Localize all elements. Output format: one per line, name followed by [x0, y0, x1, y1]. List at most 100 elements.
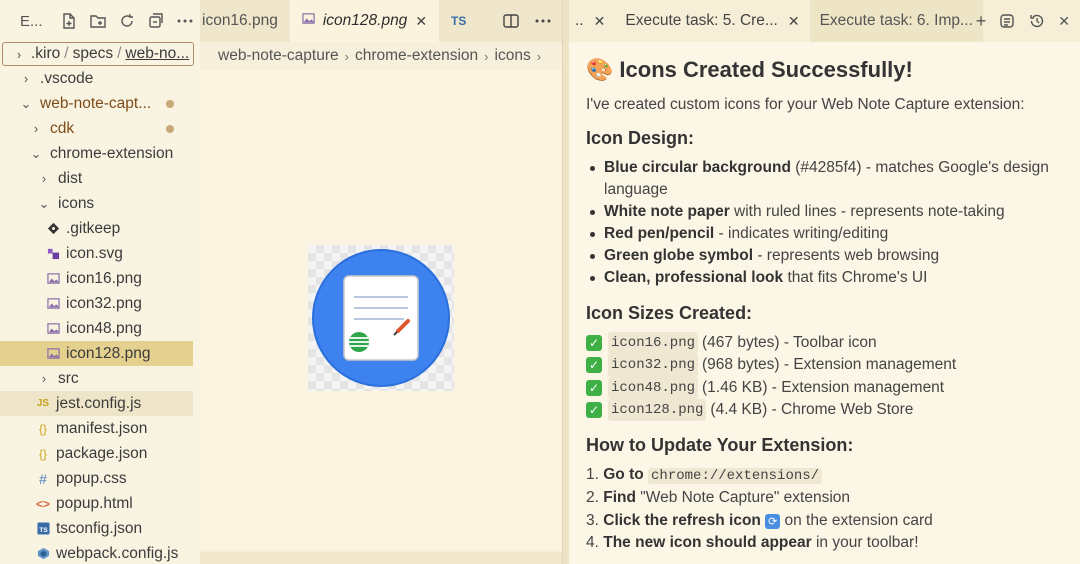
icon-preview [308, 245, 454, 391]
list-item: ✓ icon48.png (1.46 KB) - Extension manage… [586, 376, 1056, 399]
list-item: 4. The new icon should appear in your to… [586, 534, 919, 552]
tree-row-vscode[interactable]: › .vscode [0, 66, 200, 91]
tree-row-icon48[interactable]: icon48.png [0, 316, 200, 341]
sizes-list: ✓ icon16.png (467 bytes) - Toolbar icon ✓… [586, 332, 1056, 422]
tree-row-label: .gitkeep [66, 219, 121, 237]
tree-row-label: .vscode [40, 69, 94, 87]
close-tab-icon[interactable]: ✕ [788, 13, 800, 30]
section-heading: Icon Sizes Created: [586, 303, 753, 323]
explorer-toolbar: E... [0, 0, 200, 42]
plus-icon[interactable]: + [976, 11, 987, 32]
tree-row-jest-config[interactable]: JS jest.config.js [0, 391, 193, 416]
tab-label: icon128.png [322, 12, 408, 29]
image-file-icon [46, 272, 60, 286]
list-item: ✓ icon128.png (4.4 KB) - Chrome Web Store [586, 398, 1056, 422]
history-list-icon[interactable] [998, 12, 1016, 30]
image-file-icon [46, 297, 60, 311]
close-icon[interactable]: ✕ [1058, 13, 1070, 30]
design-list: Blue circular background (#4285f4) - mat… [586, 157, 1056, 289]
tree-row-label: popup.html [56, 494, 133, 512]
history-icon[interactable] [1028, 12, 1046, 30]
tree-row-cdk[interactable]: › cdk [0, 116, 200, 141]
crumb-separator: / [117, 45, 122, 62]
tree-row-package[interactable]: {} package.json [0, 441, 200, 466]
section-heading: Icon Design: [586, 128, 695, 148]
checkmark-icon: ✓ [586, 402, 602, 419]
tree-row-popup-html[interactable]: <> popup.html [0, 491, 200, 516]
chat-message: 🎨 Icons Created Successfully! I've creat… [586, 54, 1056, 554]
chevron-right-icon: › [23, 71, 29, 86]
tree-row-label: package.json [56, 444, 148, 462]
image-file-icon [302, 12, 315, 30]
html-file-icon: <> [36, 496, 51, 511]
image-file-icon [46, 347, 60, 361]
tree-row-label: popup.css [56, 469, 127, 487]
list-item: ✓ icon16.png (467 bytes) - Toolbar icon [586, 332, 1056, 355]
tree-row-icon16[interactable]: icon16.png [0, 266, 200, 291]
tree-row-tsconfig[interactable]: TS tsconfig.json [0, 516, 200, 541]
tree-row-popup-css[interactable]: # popup.css [0, 466, 200, 491]
close-tab-icon[interactable]: ✕ [415, 13, 427, 30]
tree-row-kiro-specs[interactable]: › .kiro / specs / web-no... [2, 42, 194, 66]
new-folder-icon[interactable] [89, 12, 107, 30]
file-tree: › .kiro / specs / web-no... › .vscode ⌄ … [0, 42, 200, 564]
tab-overflow[interactable]: .. ✕ [569, 0, 615, 42]
list-item: Green globe symbol - represents web brow… [586, 245, 1056, 267]
webpack-file-icon [36, 547, 50, 561]
tree-row-label: tsconfig.json [56, 519, 143, 537]
tree-row-src[interactable]: › src [0, 366, 200, 391]
tab-label: Execute task: 5. Cre... [625, 12, 778, 29]
message-heading: 🎨 Icons Created Successfully! [586, 54, 1056, 86]
tree-row-icon-svg[interactable]: icon.svg [0, 241, 200, 266]
new-file-icon[interactable] [60, 12, 78, 30]
checkmark-icon: ✓ [586, 357, 602, 374]
collapse-all-icon[interactable] [147, 12, 165, 30]
tab-label: icon16.png [202, 12, 278, 29]
breadcrumb-item[interactable]: icons [495, 47, 531, 65]
chevron-down-icon: ⌄ [20, 95, 32, 111]
tree-row-label: icons [58, 194, 95, 212]
tab-label: TS [451, 14, 467, 28]
crumb-separator: / [64, 45, 69, 62]
close-tab-icon[interactable]: ✕ [594, 13, 606, 30]
pane-divider[interactable] [562, 0, 569, 564]
chevron-right-icon: › [41, 371, 47, 386]
tab-icon16[interactable]: icon16.png [200, 0, 290, 42]
svg-text:TS: TS [39, 527, 48, 534]
tree-row-chrome-extension[interactable]: ⌄ chrome-extension [0, 141, 200, 166]
tree-row-icon32[interactable]: icon32.png [0, 291, 200, 316]
tree-row-webpack[interactable]: webpack.config.js [0, 541, 200, 564]
breadcrumb-item[interactable]: chrome-extension [355, 47, 478, 65]
tree-row-icon128[interactable]: icon128.png [0, 341, 193, 366]
tab-ts[interactable]: TS [439, 0, 478, 42]
tab-execute-task-5[interactable]: Execute task: 5. Cre... ✕ [615, 0, 809, 42]
tree-row-manifest[interactable]: {} manifest.json [0, 416, 200, 441]
tab-execute-task-6[interactable]: Execute task: 6. Imp... [809, 0, 983, 42]
crumb-part: .kiro [31, 45, 61, 62]
tree-row-label: web-note-capt... [40, 94, 152, 112]
note-icon-image [312, 249, 450, 387]
checkmark-icon: ✓ [586, 335, 602, 352]
list-item: 1. Go to chrome://extensions/ [586, 464, 1056, 487]
tree-row-label: icon48.png [66, 319, 142, 337]
ts-file-icon: TS [36, 522, 50, 536]
breadcrumb-item[interactable]: web-note-capture [218, 47, 339, 65]
explorer-sidebar: E... › .kiro / specs / web-no... › .vsco… [0, 0, 200, 564]
horizontal-scrollbar[interactable] [200, 552, 562, 564]
split-editor-icon[interactable] [502, 12, 520, 30]
tree-row-label: icon16.png [66, 269, 142, 287]
tab-icon128[interactable]: icon128.png ✕ [289, 0, 440, 42]
css-file-icon: # [39, 470, 47, 487]
tree-row-label: icon128.png [66, 344, 151, 362]
refresh-icon[interactable] [118, 12, 136, 30]
list-item: Red pen/pencil - indicates writing/editi… [586, 223, 1056, 245]
svg-file-icon [46, 247, 60, 261]
tree-row-web-note-capture[interactable]: ⌄ web-note-capt... [0, 91, 200, 116]
heading-text: Icons Created Successfully! [619, 57, 913, 82]
more-actions-icon[interactable] [534, 12, 552, 30]
tree-row-icons[interactable]: ⌄ icons [0, 191, 200, 216]
tree-row-gitkeep[interactable]: .gitkeep [0, 216, 200, 241]
chevron-right-icon: › [484, 48, 489, 64]
more-actions-icon[interactable] [176, 12, 194, 30]
tree-row-dist[interactable]: › dist [0, 166, 200, 191]
